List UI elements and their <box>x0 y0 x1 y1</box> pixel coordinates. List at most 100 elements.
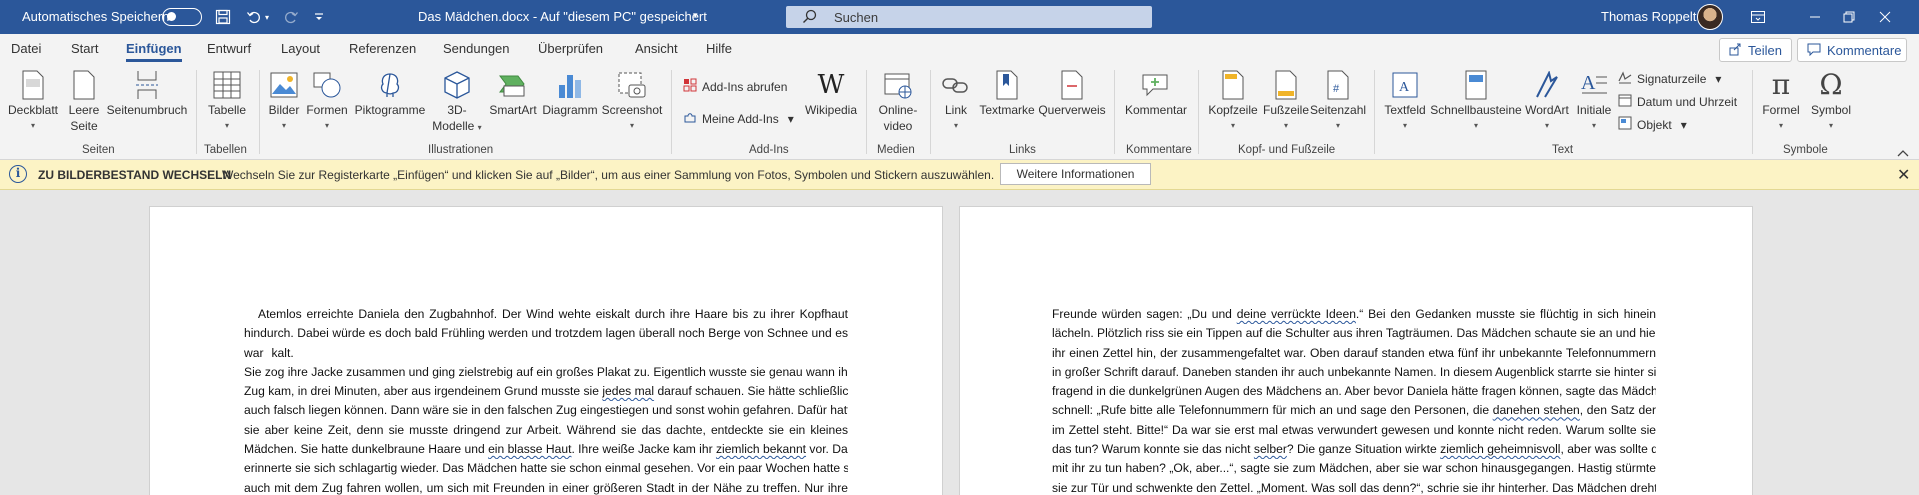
tab-entwurf[interactable]: Entwurf <box>207 41 251 56</box>
querverweis-label: Querverweis <box>1038 103 1106 117</box>
group-label-addins: Add-Ins <box>749 144 789 156</box>
grammar-flag: selber <box>1253 442 1287 457</box>
autosave-toggle[interactable] <box>162 8 202 26</box>
tab-layout[interactable]: Layout <box>281 41 320 56</box>
search-placeholder: Suchen <box>834 10 879 25</box>
undo-dropdown-icon[interactable]: ▾ <box>262 6 272 28</box>
seitenumbruch-button[interactable]: Seitenumbruch <box>104 68 190 118</box>
objekt-label: Objekt <box>1637 117 1672 132</box>
grammar-flag: ziemlich bekannt <box>715 442 807 457</box>
restore-icon[interactable] <box>1839 8 1859 26</box>
tab-referenzen[interactable]: Referenzen <box>349 41 416 56</box>
wordart-button[interactable]: WordArt ▾ <box>1522 68 1572 134</box>
page-1-text[interactable]: Atemlos erreichte Daniela den Zugbahnhof… <box>244 305 848 495</box>
chart-icon <box>554 68 586 102</box>
comment-bubble-icon <box>1807 43 1821 59</box>
schnellbausteine-button[interactable]: Schnellbausteine ▾ <box>1430 68 1522 134</box>
bilder-label: Bilder <box>268 103 300 117</box>
more-info-button[interactable]: Weitere Informationen <box>1000 163 1151 185</box>
seitenzahl-button[interactable]: # Seitenzahl ▾ <box>1310 68 1366 134</box>
piktogramme-button[interactable]: Piktogramme <box>351 68 429 118</box>
initiale-button[interactable]: A Initiale ▾ <box>1572 68 1616 134</box>
user-name[interactable]: Thomas Roppelt <box>1601 9 1696 24</box>
3d-cube-icon <box>441 68 473 102</box>
tab-ueberpruefen[interactable]: Überprüfen <box>538 41 603 56</box>
save-icon[interactable] <box>212 6 234 28</box>
tab-ansicht[interactable]: Ansicht <box>635 41 678 56</box>
share-icon <box>1729 43 1742 59</box>
vertical-scrollbar[interactable] <box>1906 191 1919 495</box>
smartart-button[interactable]: SmartArt <box>485 68 541 118</box>
leere-label-2: Seite <box>70 119 98 133</box>
textfeld-button[interactable]: A Textfeld ▾ <box>1380 68 1430 134</box>
datum-uhrzeit-button[interactable]: Datum und Uhrzeit <box>1618 93 1737 110</box>
text-line: hindurch. Dabei würde es doch bald Frühl… <box>244 326 848 341</box>
share-button[interactable]: Teilen <box>1719 38 1792 62</box>
new-comment-icon <box>1140 68 1172 102</box>
kopfzeile-button[interactable]: Kopfzeile ▾ <box>1204 68 1262 134</box>
wikipedia-button[interactable]: W Wikipedia <box>803 68 859 118</box>
drop-cap-icon: A <box>1578 68 1610 102</box>
objekt-button[interactable]: Objekt ▾ <box>1618 116 1687 133</box>
avatar[interactable] <box>1697 4 1723 30</box>
grammar-flag: ziemlich geheimnisvoll <box>1440 442 1561 457</box>
blank-page-icon <box>68 68 100 102</box>
search-icon <box>802 9 817 27</box>
text-line: sie zur Tür und schwenkte den Zettel. „M… <box>1052 480 1656 495</box>
leere-seite-button[interactable]: Leere Seite <box>64 68 104 134</box>
text-line: Freunde würden sagen: „Du und deine verr… <box>1052 307 1656 321</box>
onlinevideo-button[interactable]: Online- video <box>872 68 924 134</box>
formel-button[interactable]: π Formel ▾ <box>1756 68 1806 134</box>
close-window-icon[interactable] <box>1875 8 1895 26</box>
text-line: im Zettel steht. Bitte!“ Da war sie erst… <box>1052 422 1656 437</box>
group-divider <box>1114 70 1115 154</box>
formen-button[interactable]: Formen ▾ <box>305 68 349 134</box>
redo-icon[interactable] <box>280 6 302 28</box>
collapse-ribbon-icon[interactable] <box>1897 146 1909 160</box>
3d-modelle-button[interactable]: 3D- Modelle ▾ <box>431 68 483 136</box>
group-label-illustrationen: Illustrationen <box>428 144 494 156</box>
tab-hilfe[interactable]: Hilfe <box>706 41 732 56</box>
kommentar-button[interactable]: Kommentar <box>1120 68 1192 118</box>
tab-einfuegen[interactable]: Einfügen <box>126 41 182 62</box>
my-addins-icon <box>683 110 697 127</box>
signaturzeile-button[interactable]: Signaturzeile ▾ <box>1618 70 1721 87</box>
document-page-1[interactable]: Atemlos erreichte Daniela den Zugbahnhof… <box>150 207 942 495</box>
smartart-icon <box>497 68 529 102</box>
link-icon <box>940 68 972 102</box>
querverweis-button[interactable]: Querverweis <box>1036 68 1108 118</box>
tab-sendungen[interactable]: Sendungen <box>443 41 510 56</box>
svg-text:A: A <box>1399 80 1410 95</box>
group-label-tabellen: Tabellen <box>204 144 247 156</box>
diagramm-button[interactable]: Diagramm <box>541 68 599 118</box>
deckblatt-button[interactable]: Deckblatt ▾ <box>6 68 60 134</box>
text-line: ihr einen Zettel hin, der zusammengefalt… <box>1052 345 1656 360</box>
close-icon[interactable]: ✕ <box>1897 165 1910 185</box>
document-page-2[interactable]: Freunde würden sagen: „Du und deine verr… <box>960 207 1752 495</box>
title-dropdown-icon[interactable]: ▾ <box>693 10 698 21</box>
text-line: lächeln. Plötzlich riss sie ein Tippen a… <box>1052 326 1656 341</box>
ribbon-display-options-icon[interactable] <box>1748 8 1768 26</box>
textmarke-label: Textmarke <box>979 103 1035 117</box>
tabelle-button[interactable]: Tabelle ▾ <box>202 68 252 134</box>
search-box[interactable]: Suchen <box>786 6 1152 28</box>
page-2-text[interactable]: Freunde würden sagen: „Du und deine verr… <box>1052 305 1656 495</box>
screenshot-button[interactable]: Screenshot ▾ <box>600 68 664 134</box>
tab-start[interactable]: Start <box>71 41 98 56</box>
meine-addins-button[interactable]: Meine Add-Ins ▾ <box>683 110 794 127</box>
addins-abrufen-button[interactable]: Add-Ins abrufen <box>683 78 787 95</box>
customize-quick-access-icon[interactable] <box>308 6 330 28</box>
link-button[interactable]: Link ▾ <box>936 68 976 134</box>
comments-button[interactable]: Kommentare <box>1797 38 1907 62</box>
symbol-button[interactable]: Ω Symbol ▾ <box>1806 68 1856 134</box>
textmarke-button[interactable]: Textmarke <box>978 68 1036 118</box>
minimize-icon[interactable] <box>1805 8 1825 26</box>
group-divider <box>930 70 931 154</box>
pictures-icon <box>268 68 300 102</box>
text-line: erinnerte sie sich schlagartig wieder. D… <box>244 461 848 476</box>
bilder-button[interactable]: Bilder ▾ <box>265 68 303 134</box>
document-title[interactable]: Das Mädchen.docx - Auf "diesem PC" gespe… <box>418 9 707 24</box>
fusszeile-button[interactable]: Fußzeile ▾ <box>1262 68 1310 134</box>
signature-line-icon <box>1618 70 1632 87</box>
tab-datei[interactable]: Datei <box>11 41 41 56</box>
